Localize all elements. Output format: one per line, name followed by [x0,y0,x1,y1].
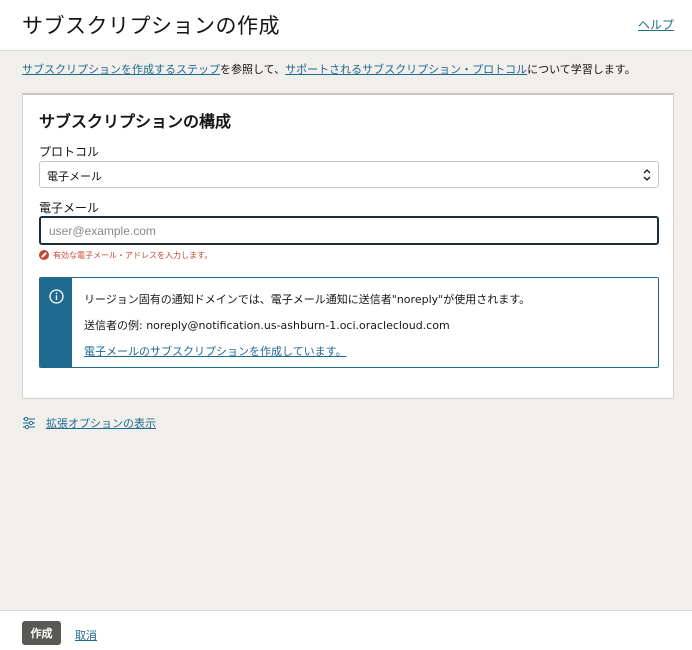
create-subscription-steps-link[interactable]: サブスクリプションを作成するステップ [22,63,220,76]
intro-text-1: を参照して、 [220,63,286,76]
email-error: 有効な電子メール・アドレスを入力します。 [39,249,212,261]
page-header: サブスクリプションの作成 ヘルプ [0,0,692,51]
footer-bar: 作成 取消 [0,610,692,650]
info-message-box: リージョン固有の通知ドメインでは、電子メール通知に送信者"noreply"が使用… [39,277,659,368]
cancel-link[interactable]: 取消 [75,627,97,643]
email-subscription-doc-link[interactable]: 電子メールのサブスクリプションを作成しています。 [84,343,347,359]
protocol-label: プロトコル [39,145,100,159]
section-title: サブスクリプションの構成 [39,112,232,131]
sliders-icon [23,416,35,430]
error-icon [39,250,49,260]
error-message: 有効な電子メール・アドレスを入力します。 [53,250,213,260]
info-bar [40,278,72,367]
protocol-select[interactable]: 電子メール [39,161,659,188]
page-title: サブスクリプションの作成 [22,14,280,38]
info-line-2: 送信者の例: noreply@notification.us-ashburn-1… [84,319,450,332]
advanced-options-toggle[interactable]: 拡張オプションの表示 [22,415,156,431]
email-input[interactable] [39,216,659,245]
subscription-config-panel: サブスクリプションの構成 プロトコル 電子メール 電子メール 有効な電子メール・… [22,93,674,399]
info-icon [49,289,64,304]
email-label: 電子メール [39,201,100,215]
supported-protocols-link[interactable]: サポートされるサブスクリプション・プロトコル [285,63,527,76]
create-button[interactable]: 作成 [22,621,61,645]
help-link[interactable]: ヘルプ [638,16,674,33]
chevron-up-down-icon [643,169,651,181]
protocol-select-value: 電子メール [47,170,102,183]
advanced-options-link[interactable]: 拡張オプションの表示 [46,415,156,431]
intro-text: サブスクリプションを作成するステップを参照して、サポートされるサブスクリプション… [22,61,636,77]
info-line-1: リージョン固有の通知ドメインでは、電子メール通知に送信者"noreply"が使用… [84,293,531,306]
intro-text-2: について学習します。 [527,63,636,76]
